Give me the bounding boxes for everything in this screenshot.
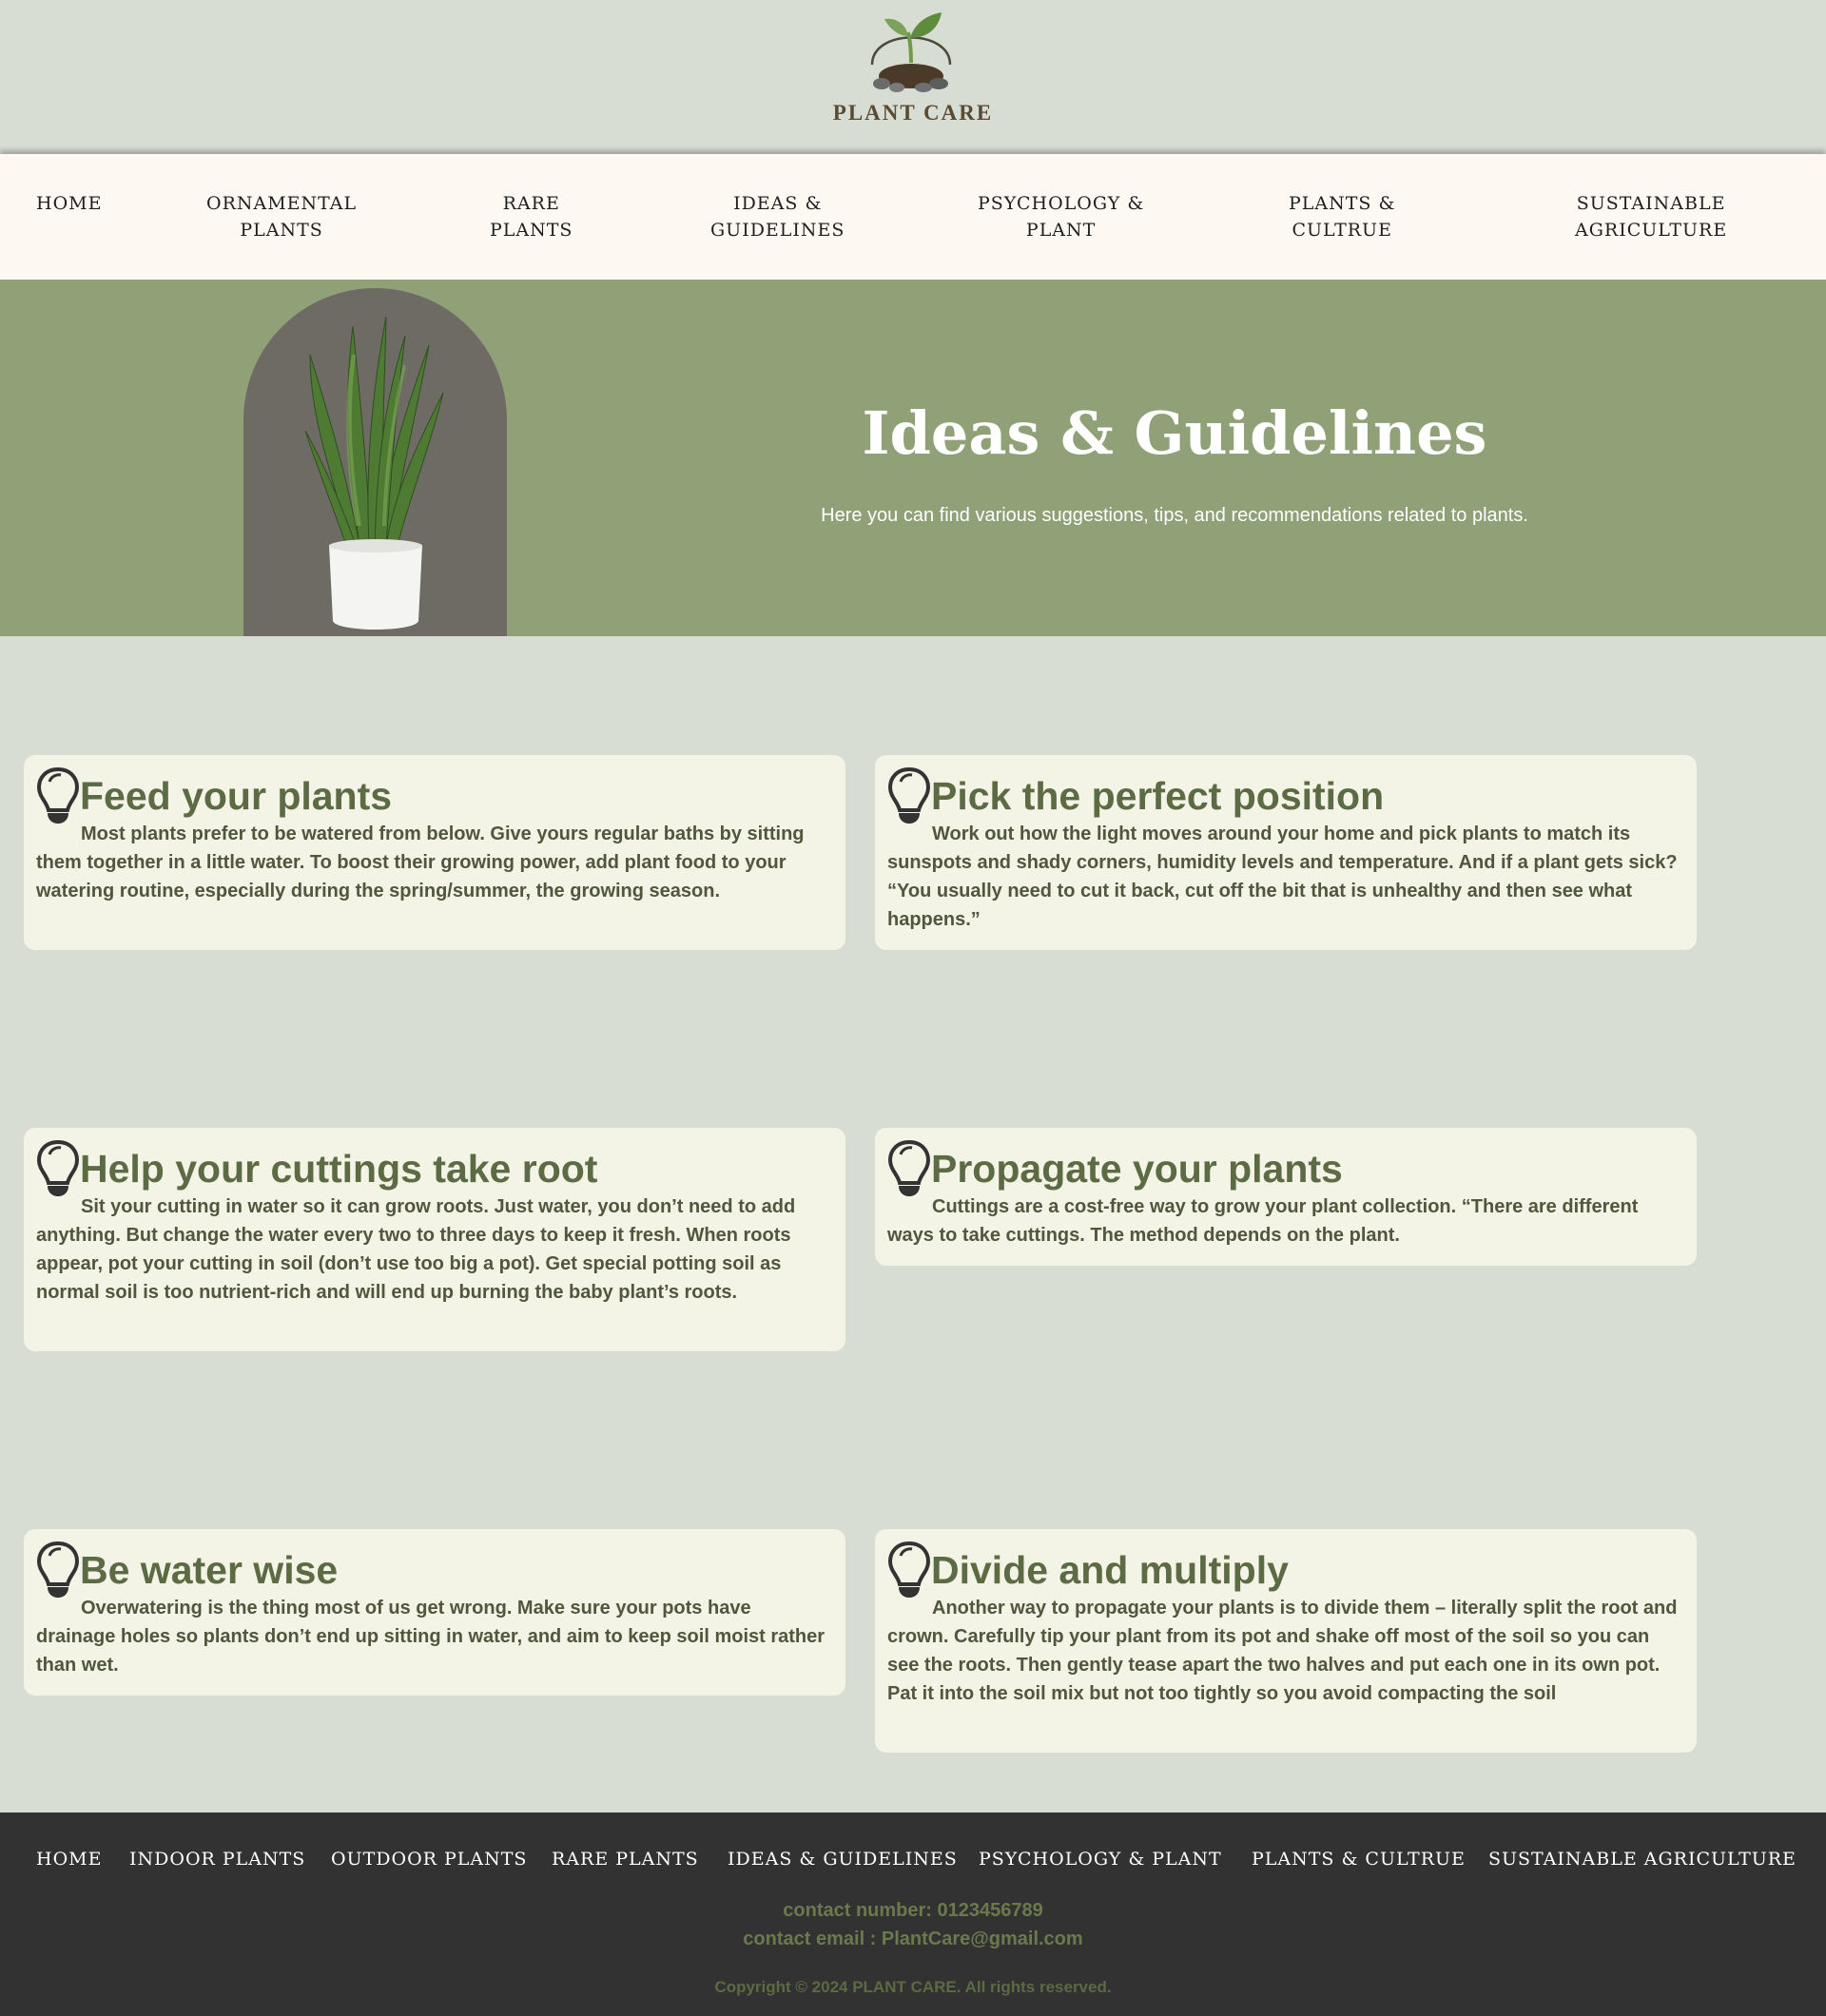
lightbulb-icon bbox=[36, 1139, 80, 1196]
copyright: Copyright © 2024 PLANT CARE. All rights … bbox=[714, 1978, 1112, 1996]
nav-label: SUSTAINABLE bbox=[1576, 193, 1726, 214]
main-nav: HOME ORNAMENTAL PLANTS RARE PLANTS IDEAS… bbox=[0, 154, 1826, 280]
brand-name: PLANT CARE bbox=[832, 101, 994, 125]
hero-plant-image bbox=[243, 288, 507, 636]
tip-card: Divide and multiply Another way to propa… bbox=[875, 1529, 1697, 1753]
nav-item-ideas-guidelines[interactable]: IDEAS & GUIDELINES bbox=[710, 190, 845, 243]
nav-label: AGRICULTURE bbox=[1575, 220, 1728, 241]
footer-link-ideas-guidelines[interactable]: IDEAS & GUIDELINES bbox=[728, 1849, 958, 1870]
nav-label: IDEAS & bbox=[733, 193, 823, 214]
lightbulb-icon bbox=[36, 766, 80, 824]
tip-card: Feed your plants Most plants prefer to b… bbox=[24, 755, 845, 950]
tip-text: Sit your cutting in water so it can grow… bbox=[36, 1196, 796, 1303]
footer-link-home[interactable]: HOME bbox=[36, 1849, 102, 1870]
snake-plant-image bbox=[304, 316, 444, 630]
nav-item-sustainable-agriculture[interactable]: SUSTAINABLE AGRICULTURE bbox=[1575, 190, 1727, 243]
tip-title: Divide and multiply bbox=[931, 1548, 1289, 1592]
contact-number: contact number: 0123456789 bbox=[783, 1900, 1043, 1921]
lightbulb-icon bbox=[887, 1541, 931, 1598]
tip-title: Feed your plants bbox=[80, 774, 393, 818]
nav-label: PLANTS bbox=[490, 220, 573, 241]
tip-title: Help your cuttings take root bbox=[80, 1147, 598, 1191]
nav-item-ornamental-plants[interactable]: ORNAMENTAL PLANTS bbox=[206, 190, 357, 243]
nav-item-rare-plants[interactable]: RARE PLANTS bbox=[490, 190, 573, 243]
footer-link-rare-plants[interactable]: RARE PLANTS bbox=[552, 1849, 699, 1870]
tip-title: Be water wise bbox=[80, 1548, 339, 1592]
tip-text: Overwatering is the thing most of us get… bbox=[36, 1598, 826, 1676]
nav-label: GUIDELINES bbox=[710, 220, 845, 241]
footer-link-indoor-plants[interactable]: INDOOR PLANTS bbox=[129, 1849, 305, 1870]
tip-card: Help your cuttings take root Sit your cu… bbox=[24, 1128, 845, 1351]
nav-label: ORNAMENTAL bbox=[206, 193, 358, 214]
nav-label: PSYCHOLOGY & bbox=[978, 193, 1145, 214]
nav-label: HOME bbox=[36, 193, 103, 214]
nav-item-home[interactable]: HOME bbox=[36, 190, 102, 217]
nav-label: CULTRUE bbox=[1292, 220, 1392, 241]
page-title: Ideas & Guidelines bbox=[862, 398, 1487, 468]
nav-label: PLANT bbox=[1025, 220, 1097, 241]
nav-item-plants-culture[interactable]: PLANTS & CULTRUE bbox=[1289, 190, 1395, 243]
lightbulb-icon bbox=[36, 1541, 80, 1598]
contact-email[interactable]: contact email : PlantCare@gmail.com bbox=[0, 1929, 1826, 1950]
tip-title: Pick the perfect position bbox=[931, 774, 1385, 818]
tip-text: Most plants prefer to be watered from be… bbox=[36, 824, 805, 901]
tip-card: Be water wise Overwatering is the thing … bbox=[24, 1529, 845, 1696]
tip-text: Another way to propagate your plants is … bbox=[887, 1598, 1678, 1704]
plant-logo-icon bbox=[870, 12, 952, 92]
lightbulb-icon bbox=[887, 1139, 931, 1196]
nav-label: RARE bbox=[502, 193, 560, 214]
tip-card: Pick the perfect position Work out how t… bbox=[875, 755, 1697, 950]
footer-link-sustainable-agriculture[interactable]: SUSTAINABLE AGRICULTURE bbox=[1488, 1849, 1797, 1870]
nav-item-psychology-plant[interactable]: PSYCHOLOGY & PLANT bbox=[978, 190, 1144, 243]
lightbulb-icon bbox=[887, 766, 931, 824]
nav-label: PLANTS bbox=[240, 220, 323, 241]
footer-link-psychology-plant[interactable]: PSYCHOLOGY & PLANT bbox=[979, 1849, 1222, 1870]
hero-banner: Ideas & Guidelines Here you can find var… bbox=[0, 280, 1826, 636]
tip-title: Propagate your plants bbox=[931, 1147, 1343, 1191]
footer-link-plants-culture[interactable]: PLANTS & CULTRUE bbox=[1252, 1849, 1466, 1870]
header: PLANT CARE bbox=[0, 0, 1826, 154]
page-subtitle: Here you can find various suggestions, t… bbox=[821, 505, 1528, 526]
nav-label: PLANTS & bbox=[1289, 193, 1396, 214]
footer: HOME INDOOR PLANTS OUTDOOR PLANTS RARE P… bbox=[0, 1812, 1826, 2016]
tip-text: Cuttings are a cost-free way to grow you… bbox=[887, 1196, 1639, 1246]
footer-link-outdoor-plants[interactable]: OUTDOOR PLANTS bbox=[331, 1849, 527, 1870]
tip-card: Propagate your plants Cuttings are a cos… bbox=[875, 1128, 1697, 1266]
tip-text: Work out how the light moves around your… bbox=[887, 824, 1678, 930]
